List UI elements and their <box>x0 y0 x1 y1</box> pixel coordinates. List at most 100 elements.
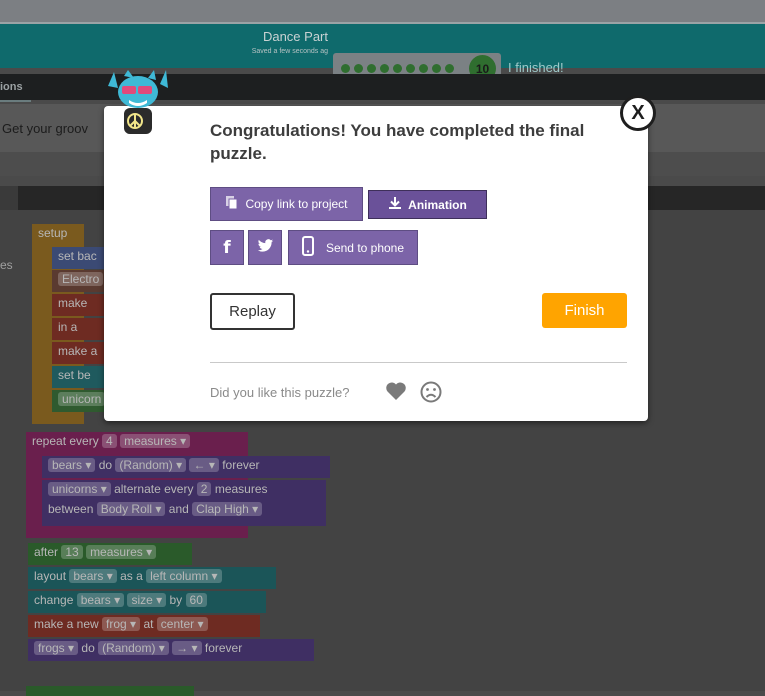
block-text: at <box>143 617 154 631</box>
block-change-size[interactable]: change bears ▾ size ▾ by 60 <box>28 591 266 613</box>
block-text: Electro <box>58 272 104 286</box>
progress-dot[interactable] <box>393 64 402 73</box>
block-text: alternate every <box>114 482 194 496</box>
share-facebook-button[interactable]: f <box>210 230 244 265</box>
block-text: and <box>168 502 189 516</box>
completion-dialog: Congratulations! You have completed the … <box>104 106 648 421</box>
block-do-forever[interactable]: bears ▾ do (Random) ▾ ← ▾ forever <box>42 456 330 478</box>
block-value[interactable]: 2 <box>196 482 212 496</box>
block-dropdown[interactable]: measures ▾ <box>120 434 191 448</box>
block-text: make a new <box>34 617 99 631</box>
block-text: do <box>81 641 95 655</box>
block-text: forever <box>204 641 243 655</box>
progress-dot[interactable] <box>341 64 350 73</box>
block-dropdown[interactable]: unicorns ▾ <box>48 482 111 496</box>
block-text: make <box>58 296 88 310</box>
block-set[interactable]: set be <box>52 366 108 388</box>
send-to-phone-label: Send to phone <box>325 240 405 255</box>
setup-label: setup <box>38 226 68 240</box>
block-dropdown[interactable]: bears ▾ <box>76 593 125 607</box>
progress-dot[interactable] <box>406 64 415 73</box>
block-dropdown[interactable]: Clap High ▾ <box>192 502 263 516</box>
facebook-icon: f <box>223 237 231 258</box>
block-set-background[interactable]: set bac <box>52 247 108 269</box>
block-dropdown[interactable]: measures ▾ <box>86 545 157 559</box>
progress-dot[interactable] <box>380 64 389 73</box>
block-text: as a <box>120 569 143 583</box>
block-value[interactable]: 60 <box>185 593 207 607</box>
block-alternate[interactable]: unicorns ▾ alternate every 2 measures be… <box>42 480 326 526</box>
tab-instructions[interactable]: ions <box>0 74 31 102</box>
finished-link[interactable]: I finished! <box>508 60 564 75</box>
block-text: do <box>98 458 113 472</box>
copy-icon <box>225 195 239 213</box>
dialog-divider <box>210 362 627 363</box>
toolbox-header <box>0 186 18 210</box>
block-text: by <box>169 593 183 607</box>
finish-button[interactable]: Finish <box>542 293 627 328</box>
feedback-question: Did you like this puzzle? <box>210 385 350 400</box>
progress-dot[interactable] <box>445 64 454 73</box>
instructions-text: Get your groov <box>2 121 88 136</box>
toolbox-label: es <box>0 258 13 272</box>
block-text: measures <box>214 482 268 496</box>
block-text: in a <box>58 320 78 334</box>
block-dropdown[interactable]: bears ▾ <box>48 458 96 472</box>
copy-link-label: Copy link to project <box>245 197 348 211</box>
block-dropdown[interactable]: ← ▾ <box>189 458 219 472</box>
block-text: forever <box>222 458 260 472</box>
block-make-a[interactable]: make a <box>52 342 108 364</box>
block-text: repeat every <box>32 434 99 448</box>
animation-label: Animation <box>408 197 467 212</box>
after-block[interactable]: after 13 measures ▾ <box>28 543 192 565</box>
like-heart-icon[interactable] <box>385 381 407 401</box>
phone-icon <box>301 236 314 259</box>
block-dropdown[interactable]: (Random) ▾ <box>98 641 169 655</box>
block-dropdown[interactable]: center ▾ <box>156 617 208 631</box>
twitter-icon <box>257 239 274 256</box>
block-dropdown[interactable]: Body Roll ▾ <box>96 502 166 516</box>
block-in-a[interactable]: in a <box>52 318 108 340</box>
block-dropdown[interactable]: frogs ▾ <box>34 641 79 655</box>
browser-top-bar <box>0 0 765 22</box>
block-text: set bac <box>58 249 97 263</box>
send-to-phone-button[interactable]: Send to phone <box>288 230 418 265</box>
block-dropdown[interactable]: bears ▾ <box>69 569 117 583</box>
block-dropdown[interactable]: → ▾ <box>172 641 202 655</box>
block-value[interactable]: 4 <box>102 434 117 448</box>
copy-link-button[interactable]: Copy link to project <box>210 187 363 221</box>
block-text: after <box>34 545 59 559</box>
share-twitter-button[interactable] <box>248 230 282 265</box>
download-icon <box>388 196 402 213</box>
block-text: layout <box>34 569 67 583</box>
close-dialog-button[interactable]: X <box>620 95 656 131</box>
progress-dot[interactable] <box>367 64 376 73</box>
progress-dot[interactable] <box>419 64 428 73</box>
block-make-new[interactable]: make a new frog ▾ at center ▾ <box>28 615 260 637</box>
level-header: Dance Part Saved a few seconds ag 10 I f… <box>0 22 765 84</box>
saved-status: Saved a few seconds ag <box>251 48 328 55</box>
block-frogs-do[interactable]: frogs ▾ do (Random) ▾ → ▾ forever <box>28 639 314 661</box>
dislike-sad-face-icon[interactable] <box>420 381 442 403</box>
block-text: set be <box>58 368 91 382</box>
block-dropdown[interactable]: left column ▾ <box>146 569 222 583</box>
block-layout[interactable]: layout bears ▾ as a left column ▾ <box>28 567 276 589</box>
animation-download-button[interactable]: Animation <box>368 190 487 219</box>
block-make[interactable]: make <box>52 294 108 316</box>
event-block-partial[interactable] <box>26 686 194 696</box>
block-text: make a <box>58 344 98 358</box>
progress-dot[interactable] <box>432 64 441 73</box>
block-text: between <box>48 502 94 516</box>
block-song[interactable]: Electro <box>52 270 108 292</box>
replay-button[interactable]: Replay <box>210 293 295 330</box>
progress-dot[interactable] <box>354 64 363 73</box>
block-dropdown[interactable]: frog ▾ <box>102 617 141 631</box>
block-dropdown[interactable]: (Random) ▾ <box>115 458 187 472</box>
block-dropdown[interactable]: size ▾ <box>127 593 167 607</box>
block-unicorn[interactable]: unicorn <box>52 390 108 412</box>
block-text: unicorn <box>58 392 106 406</box>
dance-cat-mascot-icon <box>104 70 170 140</box>
block-value[interactable]: 13 <box>61 545 83 559</box>
level-name: Dance Part <box>262 29 328 44</box>
dialog-title: Congratulations! You have completed the … <box>210 121 585 163</box>
